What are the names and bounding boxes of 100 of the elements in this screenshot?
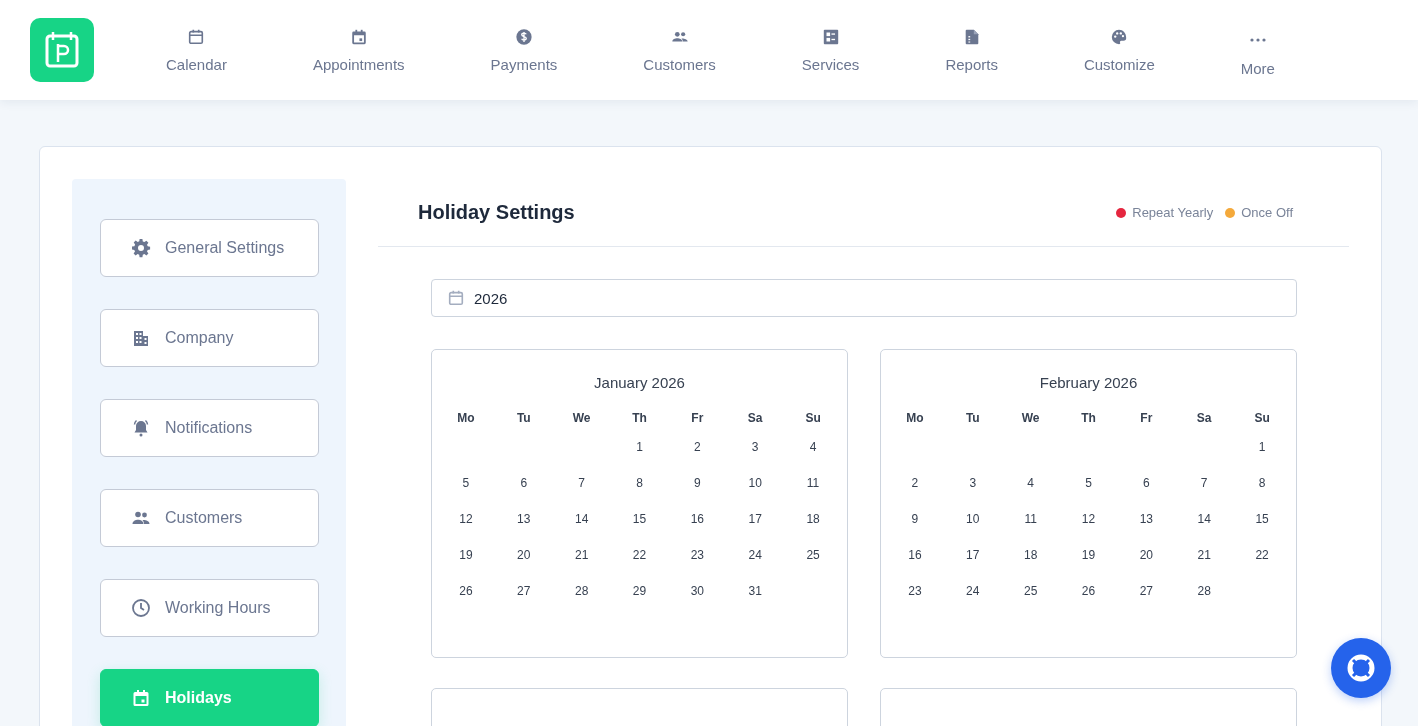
nav-item[interactable]: Customers bbox=[643, 27, 716, 73]
day-number[interactable]: 16 bbox=[908, 548, 922, 562]
weekday-label: Mo bbox=[457, 411, 475, 425]
list-icon bbox=[821, 27, 840, 46]
day-number[interactable]: 11 bbox=[1024, 512, 1037, 526]
day-number[interactable]: 22 bbox=[632, 548, 647, 562]
day-number[interactable]: 21 bbox=[1197, 548, 1211, 562]
day-number[interactable]: 27 bbox=[1139, 584, 1154, 598]
day-number[interactable]: 20 bbox=[1139, 548, 1154, 562]
month-title: January 2026 bbox=[593, 374, 686, 391]
day-number[interactable]: 9 bbox=[694, 476, 701, 490]
weekday-label: We bbox=[1021, 411, 1040, 425]
day-number[interactable]: 6 bbox=[1143, 476, 1150, 490]
day-number[interactable]: 5 bbox=[1085, 476, 1092, 490]
day-number[interactable]: 25 bbox=[806, 548, 820, 562]
weekday-label: Tu bbox=[965, 411, 980, 425]
calendar-icon bbox=[187, 27, 206, 46]
day-number[interactable]: 20 bbox=[517, 548, 531, 562]
nav-item[interactable]: Services bbox=[801, 27, 860, 73]
day-number[interactable]: 29 bbox=[632, 584, 647, 598]
day-number[interactable]: 23 bbox=[908, 584, 922, 598]
page-title: Holiday Settings bbox=[418, 201, 575, 224]
day-number[interactable]: 26 bbox=[1081, 584, 1096, 598]
weekday-label: We bbox=[572, 411, 591, 425]
bell-icon bbox=[131, 418, 151, 438]
weekday-label: Mo bbox=[906, 411, 924, 425]
day-number[interactable]: 28 bbox=[574, 584, 589, 598]
day-number[interactable]: 11 bbox=[806, 476, 820, 490]
sidebar-item[interactable]: Notifications bbox=[100, 399, 319, 457]
day-number[interactable]: 22 bbox=[1255, 548, 1269, 562]
day-number[interactable]: 12 bbox=[1081, 512, 1096, 526]
year-field[interactable]: 2026 bbox=[431, 279, 1297, 317]
day-number[interactable]: 30 bbox=[690, 584, 705, 598]
weekday-label: Fr bbox=[691, 411, 704, 425]
day-number[interactable]: 4 bbox=[809, 440, 817, 454]
day-number[interactable]: 2 bbox=[911, 476, 919, 490]
day-number[interactable]: 7 bbox=[578, 476, 585, 490]
nav-item[interactable]: Customize bbox=[1083, 27, 1155, 73]
day-number[interactable]: 1 bbox=[636, 440, 643, 454]
day-number[interactable]: 21 bbox=[574, 548, 589, 562]
day-number[interactable]: 14 bbox=[574, 512, 589, 526]
settings-icon bbox=[131, 238, 151, 258]
weekday-label: Sa bbox=[747, 411, 763, 425]
calendar-icon bbox=[447, 289, 465, 307]
nav-item[interactable]: Calendar bbox=[166, 27, 227, 73]
sidebar-item[interactable]: Customers bbox=[100, 489, 319, 547]
day-number[interactable]: 19 bbox=[1081, 548, 1096, 562]
day-number[interactable]: 7 bbox=[1200, 476, 1208, 490]
day-number[interactable]: 1 bbox=[1258, 440, 1266, 454]
day-number[interactable]: 28 bbox=[1197, 584, 1211, 598]
day-number[interactable]: 12 bbox=[459, 512, 473, 526]
day-number[interactable]: 9 bbox=[911, 512, 919, 526]
day-number[interactable]: 5 bbox=[462, 476, 470, 490]
day-number[interactable]: 3 bbox=[969, 476, 977, 490]
legend-label: Once Off bbox=[1241, 205, 1293, 220]
day-number[interactable]: 10 bbox=[966, 512, 980, 526]
day-number[interactable]: 31 bbox=[748, 584, 762, 598]
nav-item[interactable]: Appointments bbox=[312, 27, 405, 73]
day-number[interactable]: 13 bbox=[517, 512, 531, 526]
day-number[interactable]: 24 bbox=[748, 548, 762, 562]
weekday-label: Tu bbox=[516, 411, 531, 425]
weekday-label: Su bbox=[805, 411, 821, 425]
day-number[interactable]: 6 bbox=[520, 476, 528, 490]
palette-icon bbox=[1110, 27, 1129, 46]
day-number[interactable]: 19 bbox=[459, 548, 473, 562]
weekday-label: Fr bbox=[1140, 411, 1153, 425]
day-number[interactable]: 3 bbox=[751, 440, 759, 454]
dollar-icon bbox=[514, 27, 533, 46]
day-number[interactable]: 15 bbox=[632, 512, 647, 526]
day-number[interactable]: 18 bbox=[806, 512, 820, 526]
day-number[interactable]: 14 bbox=[1197, 512, 1211, 526]
day-number[interactable]: 23 bbox=[690, 548, 705, 562]
day-number[interactable]: 4 bbox=[1027, 476, 1034, 490]
day-number[interactable]: 24 bbox=[966, 584, 980, 598]
more-icon bbox=[1249, 37, 1266, 42]
day-number[interactable]: 16 bbox=[690, 512, 705, 526]
day-number[interactable]: 13 bbox=[1139, 512, 1154, 526]
sidebar-item[interactable]: Company bbox=[100, 309, 319, 367]
day-number[interactable]: 8 bbox=[636, 476, 643, 490]
month-title: February 2026 bbox=[1038, 374, 1139, 391]
lifebuoy-icon bbox=[1345, 652, 1377, 684]
nav-item[interactable]: Reports bbox=[945, 27, 998, 73]
day-number[interactable]: 18 bbox=[1023, 548, 1038, 562]
nav-item[interactable]: Payments bbox=[490, 27, 558, 73]
day-number[interactable]: 8 bbox=[1258, 476, 1266, 490]
day-number[interactable]: 25 bbox=[1023, 584, 1038, 598]
day-number[interactable]: 10 bbox=[748, 476, 762, 490]
weekday-label: Su bbox=[1254, 411, 1270, 425]
calendar-icon bbox=[131, 688, 151, 708]
sidebar-item[interactable]: General Settings bbox=[100, 219, 319, 277]
day-number[interactable]: 27 bbox=[517, 584, 531, 598]
clock-icon bbox=[131, 598, 151, 618]
day-number[interactable]: 26 bbox=[459, 584, 473, 598]
sidebar-item[interactable]: Working Hours bbox=[100, 579, 319, 637]
nav-item[interactable]: More bbox=[1240, 27, 1275, 77]
day-number[interactable]: 2 bbox=[694, 440, 701, 454]
day-number[interactable]: 15 bbox=[1255, 512, 1269, 526]
day-number[interactable]: 17 bbox=[966, 548, 980, 562]
event-icon bbox=[349, 27, 368, 46]
day-number[interactable]: 17 bbox=[748, 512, 762, 526]
